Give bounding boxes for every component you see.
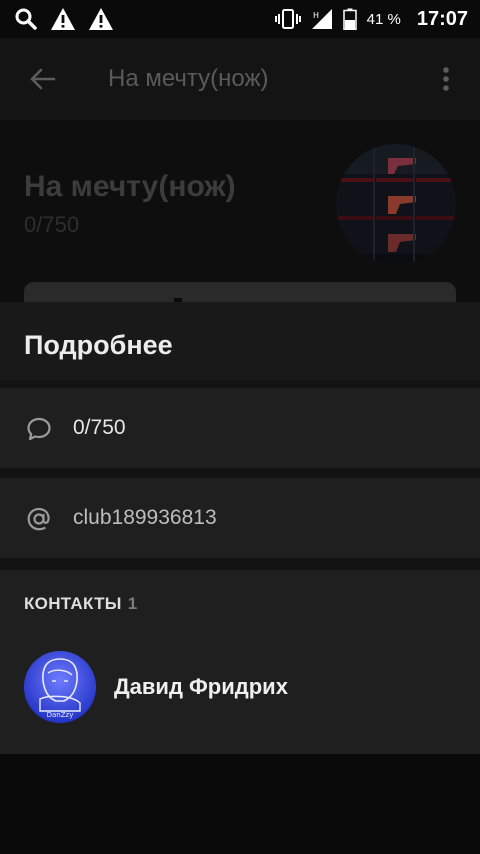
search-icon: [15, 8, 37, 30]
contacts-section: КОНТАКТЫ 1 DanZzy Давид Фридрих: [0, 570, 480, 754]
address-row[interactable]: club189936813: [0, 478, 480, 558]
vibrate-icon: [274, 9, 301, 29]
avatar-caption: DanZzy: [46, 711, 74, 719]
comment-icon: [27, 417, 51, 441]
details-bottom-sheet: Подробнее 0/750 club189936813 КОНТАКТЫ 1: [0, 302, 480, 854]
divider: [0, 468, 480, 478]
contacts-header-label: КОНТАКТЫ: [24, 594, 122, 613]
group-avatar[interactable]: [336, 144, 456, 264]
back-arrow-icon[interactable]: [28, 64, 58, 94]
app-toolbar: На мечту(нож): [0, 38, 480, 120]
contact-name[interactable]: Давид Фридрих: [114, 674, 288, 700]
divider: [0, 558, 480, 570]
group-page-background: На мечту(нож) На мечту(нож) 0/750: [0, 38, 480, 302]
members-row-text: 0/750: [73, 416, 126, 439]
divider: [0, 380, 480, 388]
group-name: На мечту(нож): [24, 170, 236, 203]
battery-icon: [342, 8, 357, 30]
contact-avatar[interactable]: DanZzy: [24, 651, 96, 723]
address-row-text: club189936813: [73, 506, 217, 529]
warning-icon: [89, 8, 113, 30]
dimmed-action-button[interactable]: [24, 282, 456, 302]
signal-icon: H: [311, 9, 332, 29]
contacts-count: 1: [127, 594, 138, 613]
contacts-header: КОНТАКТЫ 1: [24, 594, 137, 614]
status-bar-system: H 41 % 17:07: [274, 7, 468, 31]
group-avatar-image: [336, 144, 456, 264]
status-bar: H 41 % 17:07: [0, 0, 480, 38]
warning-icon: [51, 8, 75, 30]
sheet-title: Подробнее: [24, 330, 173, 360]
group-member-count: 0/750: [24, 212, 80, 237]
more-menu-icon[interactable]: [436, 64, 456, 94]
empty-area: [0, 754, 480, 854]
clock: 17:07: [416, 7, 468, 30]
status-bar-notifications: [14, 7, 114, 31]
battery-percent: 41 %: [366, 10, 401, 28]
svg-text:H: H: [313, 11, 319, 20]
at-icon: [27, 507, 50, 531]
toolbar-title: На мечту(нож): [108, 65, 269, 92]
members-row[interactable]: 0/750: [0, 388, 480, 468]
